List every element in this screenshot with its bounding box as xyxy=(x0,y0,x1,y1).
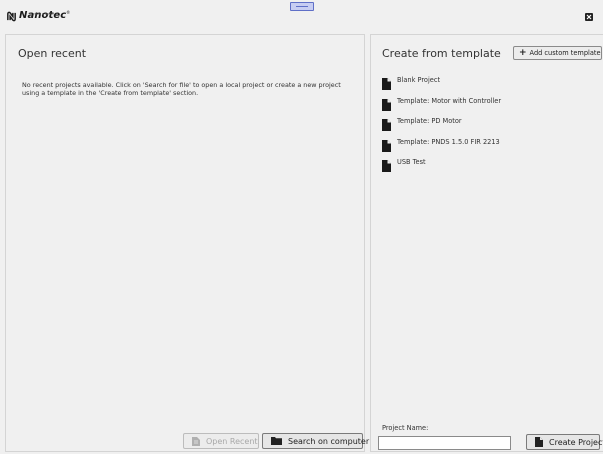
add-custom-template-label: Add custom template xyxy=(529,49,601,57)
file-icon xyxy=(382,160,391,172)
template-label: Template: Motor with Controller xyxy=(397,96,502,105)
title-bar: Nanotec ® PLUG & DRIVE xyxy=(0,0,603,34)
file-icon xyxy=(535,437,543,447)
file-icon xyxy=(382,98,391,111)
open-recent-button[interactable]: Open Recent xyxy=(183,433,259,449)
file-icon xyxy=(382,78,391,90)
template-item-usb-test[interactable]: USB Test xyxy=(382,158,597,179)
folder-icon xyxy=(271,437,282,445)
template-label: USB Test xyxy=(397,158,426,166)
nanotec-logo-icon xyxy=(7,11,16,22)
plus-icon: + xyxy=(519,48,527,58)
open-recent-panel: Open recent No recent projects available… xyxy=(5,34,369,452)
project-name-input[interactable] xyxy=(378,436,511,450)
file-icon xyxy=(382,119,391,131)
logo-registered-mark: ® xyxy=(66,10,71,15)
add-custom-template-button[interactable]: + Add custom template xyxy=(513,46,602,60)
no-recent-projects-message: No recent projects available. Click on '… xyxy=(22,81,341,98)
template-item-pd-motor[interactable]: Template: PD Motor xyxy=(382,117,597,138)
template-item-pnds[interactable]: Template: PNDS 1.5.0 FIR 2213 xyxy=(382,138,597,159)
open-recent-label: Open Recent xyxy=(206,436,258,446)
template-label: Template: PNDS 1.5.0 FIR 2213 xyxy=(397,137,500,146)
create-from-template-title: Create from template xyxy=(382,47,501,60)
project-name-label: Project Name: xyxy=(382,424,429,432)
file-icon xyxy=(192,436,200,446)
close-button[interactable] xyxy=(585,13,593,21)
template-label: Template: PD Motor xyxy=(397,117,462,125)
open-recent-title: Open recent xyxy=(18,47,87,60)
file-icon xyxy=(382,139,391,152)
close-icon xyxy=(586,14,592,20)
template-list: Blank Project Template: Motor with Contr… xyxy=(382,76,597,179)
template-item-motor-with-controller[interactable]: Template: Motor with Controller xyxy=(382,97,597,118)
search-on-computer-button[interactable]: Search on computer xyxy=(262,433,369,449)
search-on-computer-label: Search on computer xyxy=(288,436,370,446)
drag-handle-icon[interactable] xyxy=(290,2,314,11)
create-from-template-panel: Create from template + Add custom templa… xyxy=(370,34,603,452)
create-project-label: Create Project xyxy=(549,437,603,447)
create-project-button[interactable]: Create Project xyxy=(526,434,603,450)
template-label: Blank Project xyxy=(397,76,441,84)
logo-tagline: PLUG & DRIVE xyxy=(33,12,55,16)
template-item-blank-project[interactable]: Blank Project xyxy=(382,76,597,97)
